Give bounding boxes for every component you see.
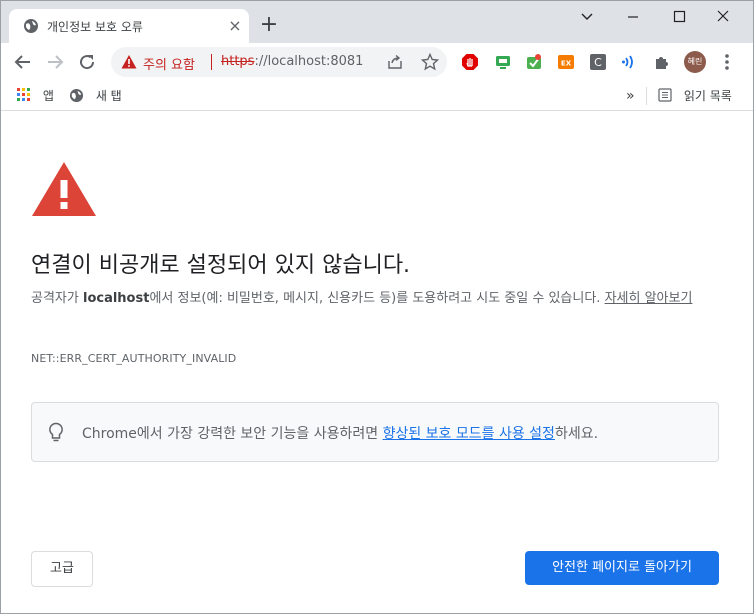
advanced-button[interactable]: 고급 bbox=[31, 551, 93, 587]
check-extension-icon[interactable] bbox=[525, 53, 543, 71]
error-code: NET::ERR_CERT_AUTHORITY_INVALID bbox=[31, 352, 237, 365]
reading-list-button[interactable]: 읽기 목록 bbox=[658, 87, 732, 105]
bookmark-star-icon[interactable] bbox=[421, 53, 439, 71]
url-scheme-separator: :// bbox=[254, 54, 268, 69]
apps-grid-icon bbox=[17, 88, 30, 101]
tab-strip: 개인정보 보호 오류 × + bbox=[1, 1, 753, 43]
url-host: localhost:8081 bbox=[267, 54, 364, 69]
maximize-icon[interactable] bbox=[659, 5, 699, 29]
screen-extension-icon[interactable] bbox=[494, 53, 512, 71]
url-text[interactable]: https://localhost:8081 bbox=[221, 54, 363, 69]
omnibox-separator bbox=[211, 54, 212, 70]
tip-suffix: 하세요. bbox=[554, 426, 599, 442]
learn-more-link[interactable]: 자세히 알아보기 bbox=[605, 291, 693, 306]
reading-list-label: 읽기 목록 bbox=[683, 89, 732, 103]
close-window-icon[interactable] bbox=[703, 5, 743, 29]
bookmarks-bar: 앱 새 탭 » 읽기 목록 bbox=[1, 81, 753, 111]
ex-extension-icon[interactable]: EX bbox=[557, 53, 575, 71]
stop-extension-icon[interactable] bbox=[461, 53, 479, 71]
interstitial-page: 연결이 비공개로 설정되어 있지 않습니다. 공격자가 localhost에서 … bbox=[1, 112, 753, 613]
globe-icon bbox=[69, 88, 84, 103]
forward-arrow-icon[interactable] bbox=[43, 50, 67, 74]
bookmark-apps-label: 앱 bbox=[42, 89, 54, 103]
lightbulb-icon bbox=[49, 422, 63, 442]
wireless-extension-icon[interactable] bbox=[621, 53, 639, 71]
profile-avatar[interactable]: 혜린 bbox=[684, 51, 706, 73]
bookmarks-divider bbox=[646, 87, 647, 105]
url-scheme: https bbox=[221, 54, 255, 69]
para-middle: 에서 정보(예: 비밀번호, 메시지, 신용카드 등)를 도용하려고 시도 중일… bbox=[149, 291, 605, 306]
tab-close-icon[interactable]: × bbox=[227, 18, 243, 34]
tab-title: 개인정보 보호 오류 bbox=[47, 20, 143, 34]
globe-icon bbox=[24, 19, 38, 33]
back-arrow-icon[interactable] bbox=[11, 50, 35, 74]
page-title: 연결이 비공개로 설정되어 있지 않습니다. bbox=[31, 253, 411, 278]
tip-text: Chrome에서 가장 강력한 보안 기능을 사용하려면 향상된 보호 모드를 … bbox=[82, 423, 598, 443]
address-bar[interactable]: 주의 요함 https://localhost:8081 bbox=[111, 47, 447, 77]
back-to-safety-button[interactable]: 안전한 페이지로 돌아가기 bbox=[525, 551, 719, 585]
svg-text:EX: EX bbox=[561, 60, 572, 68]
bookmarks-overflow-chevron[interactable]: » bbox=[626, 87, 635, 105]
new-tab-button[interactable]: + bbox=[259, 14, 279, 36]
reload-icon[interactable] bbox=[75, 50, 99, 74]
bookmark-newtab-label: 새 탭 bbox=[95, 89, 122, 103]
tab-privacy-error[interactable]: 개인정보 보호 오류 × bbox=[9, 9, 249, 43]
c-extension-icon[interactable]: C bbox=[589, 53, 607, 71]
tab-search-icon[interactable] bbox=[567, 5, 607, 29]
browser-window: 개인정보 보호 오류 × + 주의 요함 https://localhost:8… bbox=[0, 0, 754, 614]
bookmark-apps[interactable]: 앱 bbox=[17, 87, 54, 105]
toolbar: 주의 요함 https://localhost:8081 EX C 혜린 bbox=[1, 43, 753, 81]
share-icon[interactable] bbox=[387, 54, 403, 70]
minimize-icon[interactable] bbox=[613, 5, 653, 29]
enhanced-protection-tip: Chrome에서 가장 강력한 보안 기능을 사용하려면 향상된 보호 모드를 … bbox=[31, 402, 719, 462]
enhanced-protection-link[interactable]: 향상된 보호 모드를 사용 설정 bbox=[383, 426, 555, 442]
warning-description: 공격자가 localhost에서 정보(예: 비밀번호, 메시지, 신용카드 등… bbox=[31, 286, 721, 312]
danger-triangle-icon bbox=[32, 162, 96, 216]
menu-kebab-icon[interactable] bbox=[723, 52, 731, 72]
security-warning-label[interactable]: 주의 요함 bbox=[143, 54, 195, 73]
tip-prefix: Chrome에서 가장 강력한 보안 기능을 사용하려면 bbox=[82, 426, 383, 442]
para-prefix: 공격자가 bbox=[31, 291, 83, 306]
para-host: localhost bbox=[82, 291, 150, 306]
puzzle-extensions-icon[interactable] bbox=[653, 53, 671, 71]
reading-list-icon bbox=[658, 88, 672, 102]
svg-text:C: C bbox=[594, 56, 602, 69]
warning-triangle-icon bbox=[121, 55, 137, 69]
bookmark-newtab[interactable]: 새 탭 bbox=[69, 87, 122, 105]
